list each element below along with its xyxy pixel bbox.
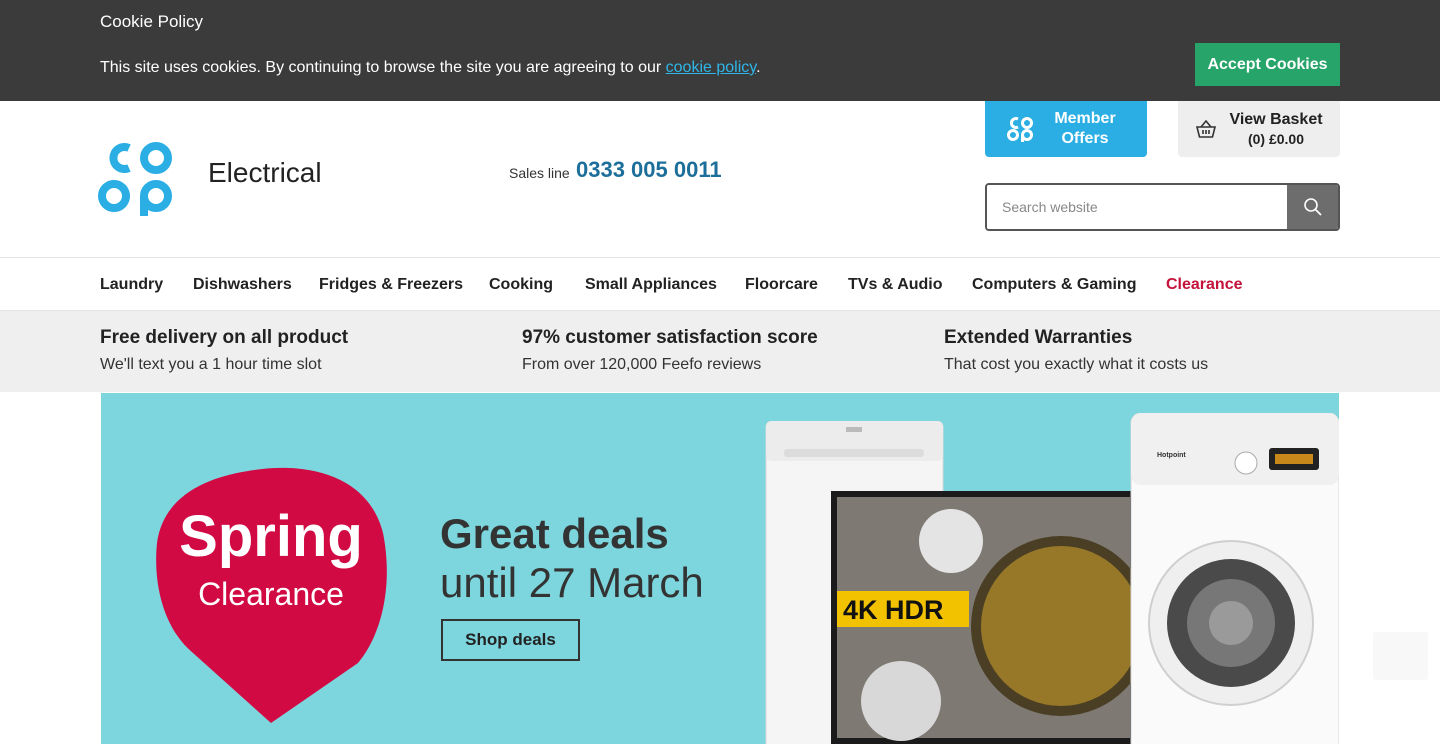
coop-mini-logo-icon xyxy=(1007,117,1033,142)
cookie-message: This site uses cookies. By continuing to… xyxy=(100,59,761,77)
usp-title: 97% customer satisfaction score xyxy=(522,327,818,348)
spring-title: Spring xyxy=(179,504,363,569)
search-icon xyxy=(1303,198,1322,216)
hero-banner[interactable]: Spring Clearance Great deals until 27 Ma… xyxy=(101,393,1339,744)
view-basket-button[interactable]: View Basket (0) £0.00 xyxy=(1178,101,1340,157)
cookie-title: Cookie Policy xyxy=(100,12,203,31)
nav-item-computers-gaming[interactable]: Computers & Gaming xyxy=(972,276,1136,294)
usp-delivery: Free delivery on all product We'll text … xyxy=(100,327,348,374)
usp-title: Free delivery on all product xyxy=(100,327,349,348)
washing-machine-image: Hotpoint xyxy=(1130,413,1339,744)
cookie-text-end: . xyxy=(756,59,761,76)
shop-deals-button[interactable]: Shop deals xyxy=(441,619,580,661)
cookie-banner: Cookie Policy This site uses cookies. By… xyxy=(0,0,1440,101)
coop-logo[interactable] xyxy=(98,140,172,216)
usp-warranties: Extended Warranties That cost you exactl… xyxy=(944,327,1208,374)
deals-date: until 27 March xyxy=(440,559,704,606)
nav-item-cooking[interactable]: Cooking xyxy=(489,276,553,294)
nav-item-fridges-freezers[interactable]: Fridges & Freezers xyxy=(319,276,463,294)
search-input[interactable] xyxy=(987,185,1287,229)
nav-item-floorcare[interactable]: Floorcare xyxy=(745,276,818,294)
search-bar xyxy=(985,183,1340,231)
accept-cookies-button[interactable]: Accept Cookies xyxy=(1195,43,1340,86)
deals-heading: Great deals xyxy=(440,510,669,557)
usp-title: Extended Warranties xyxy=(944,327,1133,348)
cookie-text: This site uses cookies. By continuing to… xyxy=(100,59,666,76)
sales-line-label: Sales line xyxy=(509,165,570,181)
search-button[interactable] xyxy=(1287,185,1338,229)
spring-subtitle: Clearance xyxy=(198,576,344,612)
basket-title: View Basket xyxy=(1229,111,1323,128)
washer-brand: Hotpoint xyxy=(1157,452,1186,459)
tv-image: 4K HDR xyxy=(831,491,1136,744)
nav-item-dishwashers[interactable]: Dishwashers xyxy=(193,276,292,294)
nav-item-small-appliances[interactable]: Small Appliances xyxy=(585,276,717,294)
nav-item-clearance[interactable]: Clearance xyxy=(1166,276,1243,294)
basket-text: View Basket (0) £0.00 xyxy=(1229,111,1322,147)
main-navigation: Laundry Dishwashers Fridges & Freezers C… xyxy=(0,257,1440,311)
back-to-top-button[interactable] xyxy=(1373,632,1428,680)
usp-subtitle: That cost you exactly what it costs us xyxy=(944,356,1209,373)
basket-count: (0) £0.00 xyxy=(1247,131,1305,147)
usp-subtitle: We'll text you a 1 hour time slot xyxy=(100,356,322,373)
member-offers-button[interactable]: Member Offers xyxy=(985,101,1147,157)
usp-satisfaction: 97% customer satisfaction score From ove… xyxy=(522,327,818,374)
nav-item-tvs-audio[interactable]: TVs & Audio xyxy=(848,276,943,294)
basket-icon xyxy=(1196,119,1217,138)
tv-4k-badge: 4K HDR xyxy=(843,595,944,625)
sales-phone-number[interactable]: 0333 005 0011 xyxy=(576,157,722,183)
usp-subtitle: From over 120,000 Feefo reviews xyxy=(522,356,762,373)
member-offers-label: Member Offers xyxy=(1054,110,1116,147)
nav-item-laundry[interactable]: Laundry xyxy=(100,276,163,294)
cookie-policy-link[interactable]: cookie policy xyxy=(666,59,756,76)
usp-bar: Free delivery on all product We'll text … xyxy=(0,311,1440,392)
brand-subtitle: Electrical xyxy=(208,157,322,188)
